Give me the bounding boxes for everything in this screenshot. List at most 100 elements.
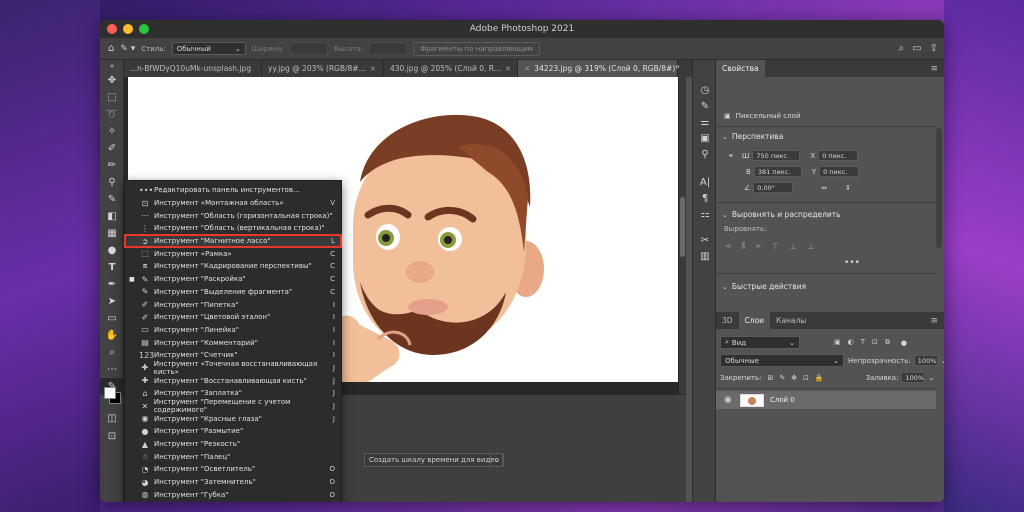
blend-mode-select[interactable]: Обычные ⌄ xyxy=(720,354,844,367)
screen-mode-icon[interactable]: ⊡ xyxy=(100,428,124,445)
filter-icons[interactable]: ▣◐T⊡⧉ xyxy=(834,338,897,347)
zoom-button[interactable] xyxy=(139,24,149,34)
menu-item[interactable]: ⧈ Инструмент "Кадрирование перспективы" C xyxy=(125,260,341,273)
menu-item[interactable]: ▤ Инструмент "Комментарий" I xyxy=(125,336,341,349)
tab-document-3[interactable]: 430.jpg @ 205% (Слой 0, R... × xyxy=(384,60,518,77)
tab-document-2[interactable]: yy.jpg @ 203% (RGB/8#... × xyxy=(262,60,384,77)
y-input[interactable]: 0 пикс. xyxy=(819,166,860,177)
close-icon[interactable]: × xyxy=(524,64,530,73)
style-select[interactable]: Обычный ⌄ xyxy=(171,42,246,55)
quick-actions-header[interactable]: ⌄ Быстрые действия xyxy=(722,282,806,291)
history-panel-icon[interactable]: ◷ xyxy=(693,82,717,98)
minimize-button[interactable] xyxy=(123,24,133,34)
create-video-timeline-button[interactable]: Создать шкалу времени для видео xyxy=(364,453,504,467)
tab-3d[interactable]: 3D xyxy=(716,312,739,329)
swatches-icon[interactable]: ▥ xyxy=(693,248,717,264)
width-input[interactable]: 750 пикс. xyxy=(752,150,801,161)
width-field[interactable] xyxy=(290,42,329,55)
pen-tool-icon[interactable]: ✒ xyxy=(100,276,124,293)
eraser-tool-icon[interactable]: ◧ xyxy=(100,208,124,225)
tab-properties[interactable]: Свойства xyxy=(716,60,765,77)
quick-selection-tool-icon[interactable]: ✧ xyxy=(100,123,124,140)
align-top-icon[interactable]: ⊤ xyxy=(772,242,779,251)
align-bottom-icon[interactable]: ⊥ xyxy=(808,242,815,251)
fill-input[interactable]: 100% xyxy=(901,372,926,383)
menu-item[interactable]: ✎Инструмент "Архивная кисть"Y xyxy=(125,501,341,502)
angle-input[interactable]: 0,00° xyxy=(753,182,794,193)
brush-settings-icon[interactable]: ✎ xyxy=(693,98,717,114)
link-icon[interactable]: ⚭ xyxy=(728,152,734,160)
layer-filter-select[interactable]: ⌕ Вид ⌄ xyxy=(720,336,800,349)
align-right-icon[interactable]: ⫸ xyxy=(756,241,761,251)
rectangle-tool-icon[interactable]: ▭ xyxy=(100,310,124,327)
scrollbar-thumb[interactable] xyxy=(680,197,685,257)
chevron-down-icon[interactable]: ⌄ xyxy=(941,357,944,365)
height-field[interactable] xyxy=(369,42,408,55)
tab-document-1[interactable]: ...n-BfWDyQ10uMk-unsplash.jpg xyxy=(124,60,262,77)
align-center-h-icon[interactable]: ⫼ xyxy=(742,241,746,251)
brush-tool-icon[interactable]: ✏ xyxy=(100,157,124,174)
menu-item[interactable]: ✚ Инструмент "Восстанавливающая кисть" J xyxy=(125,374,341,387)
menu-item[interactable]: ➲ Инструмент "Магнитное лассо" L xyxy=(124,233,342,249)
menu-item[interactable]: ◕ Инструмент "Затемнитель" O xyxy=(125,476,341,489)
properties-scrollbar[interactable] xyxy=(936,128,942,248)
panel-menu-icon[interactable]: ≡ xyxy=(930,64,938,74)
stamp-tool-icon[interactable]: ⚲ xyxy=(100,174,124,191)
lasso-tool-icon[interactable]: ➰ xyxy=(100,106,124,123)
clone-source-icon[interactable]: ⚲ xyxy=(693,146,717,162)
tabs-overflow-icon[interactable]: » xyxy=(675,62,680,71)
eyedropper-tool-icon[interactable]: ✐ xyxy=(100,140,124,157)
perspective-header[interactable]: ⌄ Перспектива xyxy=(722,132,783,141)
foreground-color-swatch[interactable] xyxy=(104,387,116,399)
move-tool-icon[interactable]: ✥ xyxy=(100,72,124,89)
x-input[interactable]: 0 пикс. xyxy=(818,150,859,161)
history-brush-tool-icon[interactable]: ✎ xyxy=(100,191,124,208)
menu-item[interactable]: ••• Редактировать панель инструментов... xyxy=(125,184,341,197)
menu-item[interactable]: ✎ Инструмент "Выделение фрагмента" C xyxy=(125,286,341,299)
menu-item[interactable]: ✐ Инструмент "Пипетка" I xyxy=(125,298,341,311)
menu-item[interactable]: ✚ Инструмент «Точечная восстанавливающая … xyxy=(125,360,341,376)
panel-menu-icon[interactable]: ≡ xyxy=(930,316,938,326)
hand-tool-icon[interactable]: ✋ xyxy=(100,327,124,344)
close-button[interactable] xyxy=(107,24,117,34)
workspace-icon[interactable]: ▭ xyxy=(912,42,921,56)
align-left-icon[interactable]: ⫷ xyxy=(726,241,731,251)
paragraph-panel-icon[interactable]: ¶ xyxy=(693,190,717,206)
align-header[interactable]: ⌄ Выровнять и распределить xyxy=(722,210,841,219)
adjustments-icon[interactable]: ⚌ xyxy=(693,114,717,130)
tab-channels[interactable]: Каналы xyxy=(770,312,812,329)
visibility-eye-icon[interactable]: ◉ xyxy=(724,395,732,405)
opacity-input[interactable]: 100% xyxy=(913,355,938,366)
menu-item[interactable]: ✐ Инструмент "Цветовой эталон" I xyxy=(125,311,341,324)
layer-row[interactable]: ◉ Слой 0 xyxy=(716,391,936,409)
flip-vertical-icon[interactable]: ⇕ xyxy=(845,184,851,192)
flip-horizontal-icon[interactable]: ⇔ xyxy=(821,184,827,192)
menu-item[interactable]: ⋯ Инструмент "Область (горизонтальная стр… xyxy=(125,209,341,222)
collapse-arrows-icon[interactable]: » xyxy=(100,60,124,72)
filter-toggle-icon[interactable]: ● xyxy=(901,339,907,347)
share-icon[interactable]: ⇪ xyxy=(930,42,938,56)
character-panel-icon[interactable]: A| xyxy=(693,174,717,190)
more-options-icon[interactable]: ••• xyxy=(844,258,860,268)
menu-item[interactable]: ● Инструмент "Размытие" xyxy=(125,425,341,438)
glyphs-icon[interactable]: ⚏ xyxy=(693,206,717,222)
blur-tool-icon[interactable]: ● xyxy=(100,242,124,259)
tools-settings-icon[interactable]: ✂ xyxy=(693,232,717,248)
close-icon[interactable]: × xyxy=(505,64,511,73)
tab-layers[interactable]: Слои xyxy=(738,312,771,329)
menu-item[interactable]: ☝ Инструмент "Палец" xyxy=(125,450,341,463)
zoom-tool-icon[interactable]: ⌕ xyxy=(100,344,124,361)
fragments-by-guides-button[interactable]: Фрагменты по направляющим xyxy=(413,41,541,56)
rect-marquee-tool-icon[interactable]: ⬚ xyxy=(100,89,124,106)
search-icon[interactable]: ⌕ xyxy=(899,42,905,56)
height-input[interactable]: 381 пикс. xyxy=(753,166,802,177)
lock-icons[interactable]: ⊞✎✥⊡🔒 xyxy=(767,374,829,382)
close-icon[interactable]: × xyxy=(370,64,376,73)
menu-item[interactable]: ▭ Инструмент "Линейка" I xyxy=(125,324,341,337)
type-tool-icon[interactable]: T xyxy=(100,259,124,276)
tab-document-4[interactable]: × 34223.jpg @ 319% (Слой 0, RGB/8#) * xyxy=(518,60,678,77)
gradient-tool-icon[interactable]: ▦ xyxy=(100,225,124,242)
menu-item[interactable]: ⊡ Инструмент «Монтажная область» V xyxy=(125,197,341,210)
libraries-icon[interactable]: ▣ xyxy=(693,130,717,146)
menu-item[interactable]: ⬚ Инструмент «Рамка» C xyxy=(125,247,341,260)
